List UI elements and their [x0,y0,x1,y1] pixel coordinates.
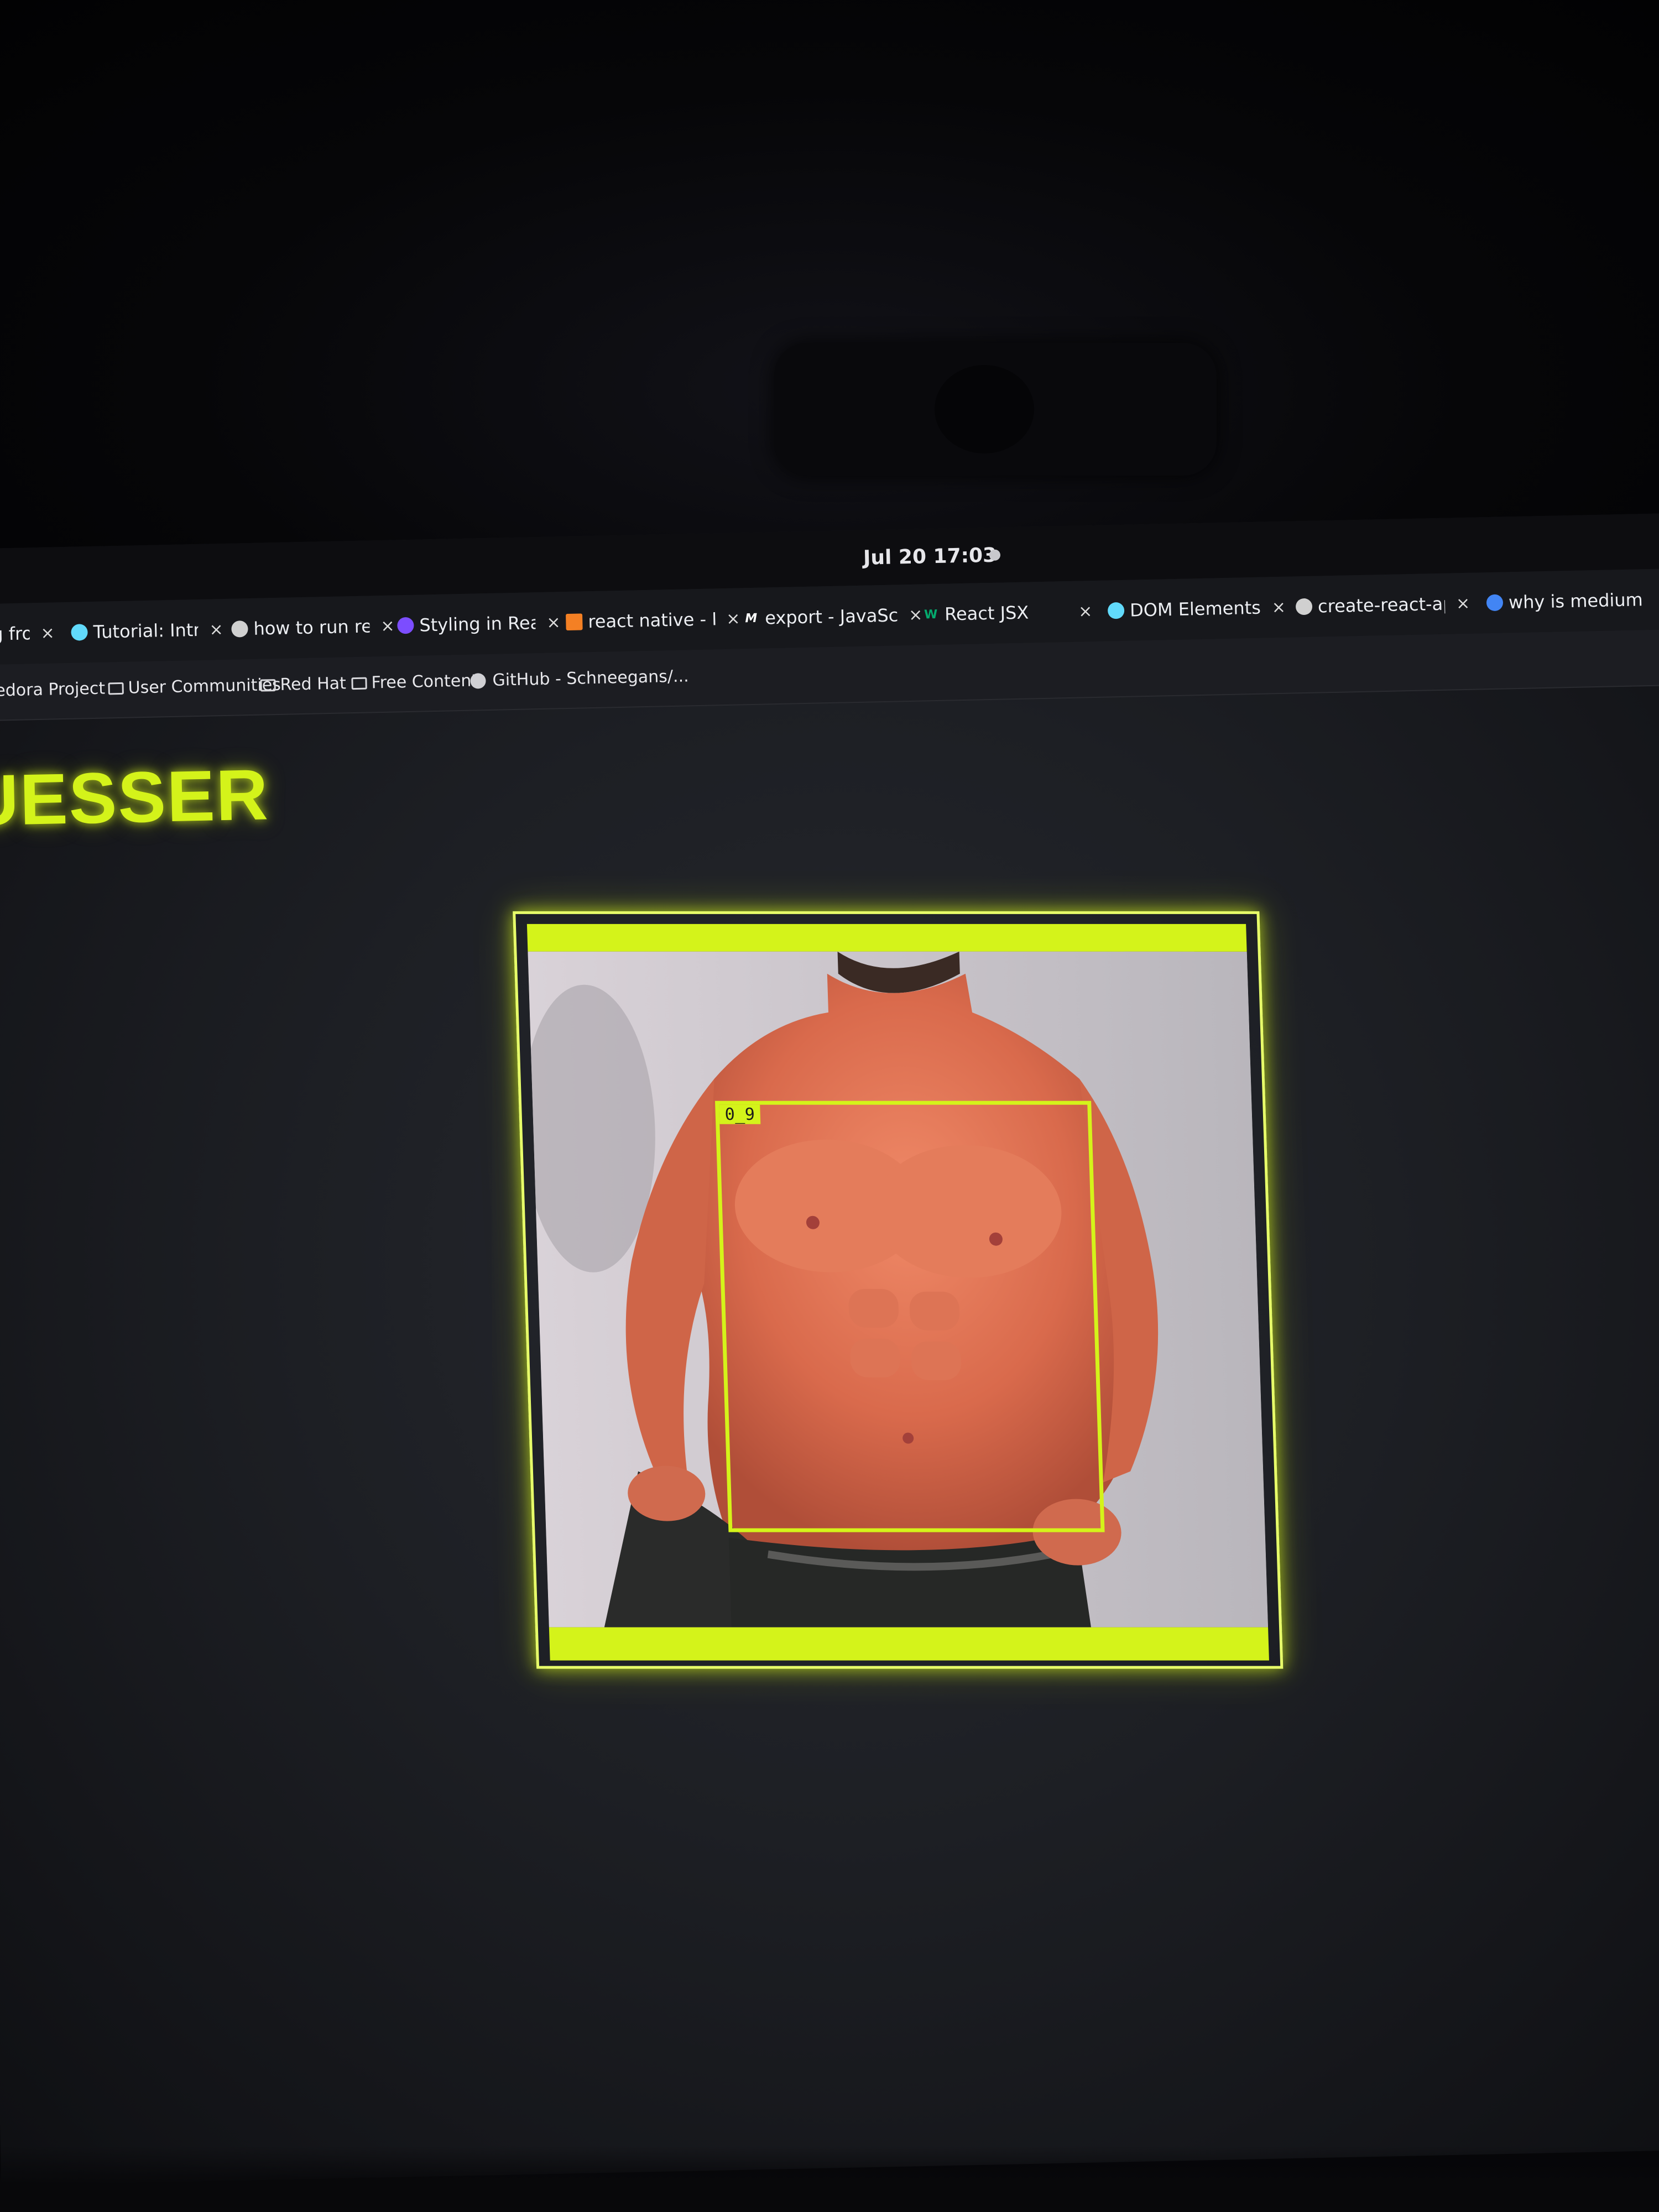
react-icon [1107,602,1125,619]
frame-top-band [526,924,1247,952]
github-icon [1295,598,1313,615]
folder-icon [351,677,367,690]
tab[interactable]: ting from × [0,616,55,651]
bookmark-label: User Communities [128,675,281,698]
detection-label: 0_9 [719,1104,761,1124]
close-icon[interactable]: × [1271,597,1286,617]
tab-label: why is medium [1508,589,1644,613]
bookmark-item[interactable]: Red Hat [260,674,346,695]
bookmark-label: GitHub - Schneegans/... [492,666,689,690]
tab-label: DOM Elements [1129,597,1261,621]
image-frame: 0_9 [513,911,1284,1669]
tab[interactable]: W React JSX × [922,594,1093,631]
tab-label: ting from [0,623,30,645]
clock[interactable]: Jul 20 17:03 [863,544,997,570]
screen: Jul 20 17:03 ting from × Tutorial: Intro… [0,513,1659,2186]
app-title: UESSER [0,754,270,841]
stackoverflow-icon [566,613,583,631]
tab[interactable]: M export - JavaScr × [743,598,923,635]
close-icon[interactable]: × [546,613,561,633]
tab-label: Tutorial: Intro t [93,619,199,643]
tab-label: Styling in React [419,612,536,636]
frame-bottom-band [549,1627,1269,1661]
tab[interactable]: Tutorial: Intro t × [71,613,223,649]
bookmark-item[interactable]: User Communities [108,675,281,698]
styled-icon [397,617,414,634]
close-icon[interactable]: × [209,620,223,640]
photo-preview: 0_9 [528,951,1269,1627]
tab[interactable]: Styling in React × [397,606,561,642]
close-icon[interactable]: × [726,609,740,629]
tab-label: export - JavaScr [764,604,898,629]
w3schools-icon: W [924,607,938,622]
bookmark-item[interactable]: GitHub - Schneegans/... [470,666,689,690]
bookmark-item[interactable]: Free Content [351,671,478,693]
tab[interactable]: why is medium [1486,583,1643,619]
tab-label: how to run reac [253,615,370,639]
notification-dot-icon [989,549,1001,561]
bookmark-item[interactable]: Fedora Project [0,679,105,701]
webcam-lens [935,365,1034,453]
mdn-icon: M [745,611,758,625]
tab-label: React JSX [944,602,1029,625]
tab[interactable]: react native - Ir × [566,602,740,639]
bookmark-label: Fedora Project [0,679,106,701]
detection-box[interactable]: 0_9 [714,1100,1105,1532]
bookmark-label: Free Content [371,671,478,693]
folder-icon [260,679,276,692]
tab[interactable]: create-react-ap × [1295,587,1470,624]
tab[interactable]: DOM Elements × [1107,591,1286,628]
monitor-bottom-edge [0,2146,1659,2212]
close-icon[interactable]: × [909,605,923,625]
github-icon [470,672,486,689]
close-icon[interactable]: × [40,623,55,643]
tab[interactable]: how to run reac × [231,609,395,646]
tab-label: react native - Ir [587,608,716,633]
github-icon [231,620,248,638]
react-icon [71,624,88,641]
bookmark-label: Red Hat [280,674,347,695]
google-icon [1486,594,1504,612]
close-icon[interactable]: × [380,616,395,636]
tab-label: create-react-ap [1317,593,1446,617]
folder-icon [108,682,124,695]
close-icon[interactable]: × [1456,593,1470,613]
close-icon[interactable]: × [1078,602,1093,622]
